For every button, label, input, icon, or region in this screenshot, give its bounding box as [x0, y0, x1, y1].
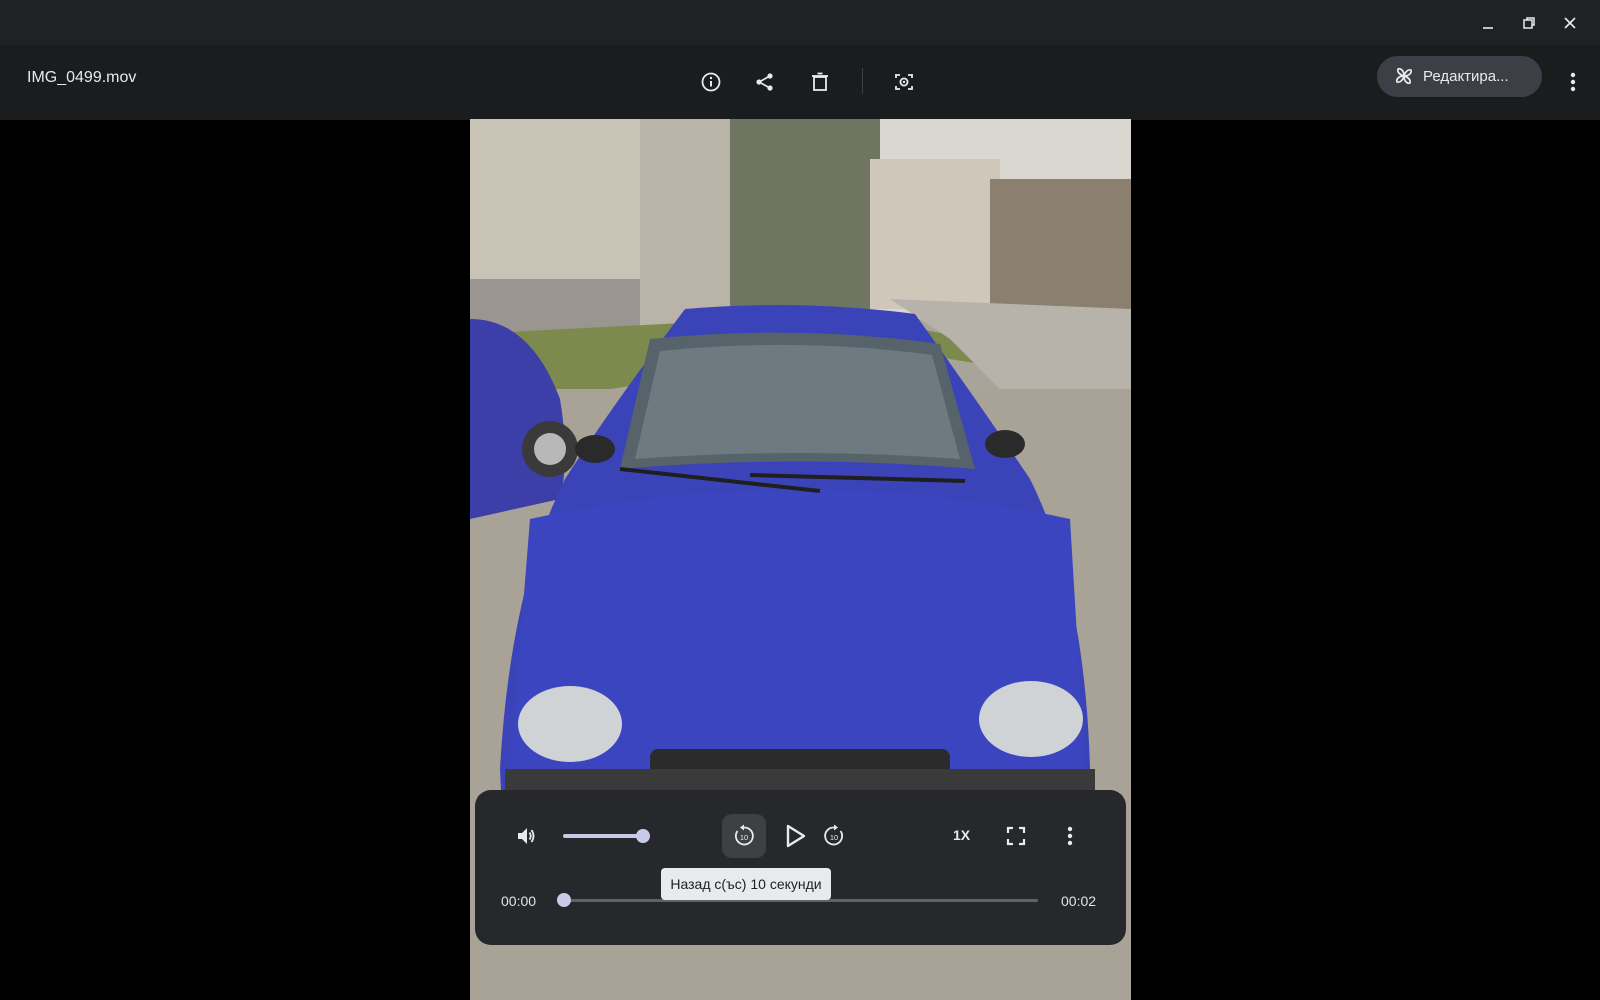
- total-duration: 00:02: [1061, 893, 1097, 909]
- delete-icon[interactable]: [805, 67, 835, 97]
- share-icon[interactable]: [750, 67, 780, 97]
- toolbar-divider: [862, 68, 863, 94]
- window-title-bar: [0, 0, 1600, 45]
- player-more-icon[interactable]: [1055, 821, 1085, 851]
- current-time: 00:00: [501, 893, 537, 909]
- play-icon[interactable]: [775, 816, 815, 856]
- forward-10-icon[interactable]: 10: [819, 821, 849, 851]
- volume-icon[interactable]: [511, 821, 541, 851]
- rewind-tooltip: Назад с(ъс) 10 секунди: [661, 868, 831, 900]
- volume-slider-handle[interactable]: [636, 829, 650, 843]
- pinwheel-icon: [1393, 65, 1415, 92]
- volume-slider-track[interactable]: [563, 834, 643, 838]
- restore-icon[interactable]: [1515, 9, 1543, 37]
- lens-icon[interactable]: [889, 67, 919, 97]
- more-vert-icon[interactable]: [1558, 65, 1588, 99]
- close-icon[interactable]: [1556, 9, 1584, 37]
- svg-text:10: 10: [740, 833, 748, 842]
- minimize-icon[interactable]: [1474, 9, 1502, 37]
- info-icon[interactable]: [696, 67, 726, 97]
- svg-text:10: 10: [830, 833, 838, 842]
- fullscreen-icon[interactable]: [1001, 821, 1031, 851]
- file-name: IMG_0499.mov: [27, 69, 137, 86]
- app-toolbar: IMG_0499.mov Редактира...: [0, 45, 1600, 120]
- edit-button[interactable]: Редактира...: [1377, 56, 1542, 97]
- edit-button-label: Редактира...: [1423, 68, 1509, 85]
- replay-10-icon[interactable]: 10: [729, 821, 759, 851]
- seek-handle[interactable]: [557, 893, 571, 907]
- playback-speed-button[interactable]: 1X: [953, 827, 970, 843]
